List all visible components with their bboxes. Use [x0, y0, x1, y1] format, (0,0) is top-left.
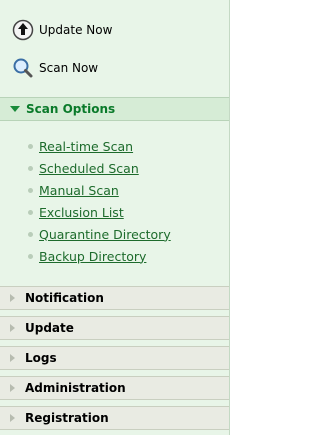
logs-header[interactable]: Logs	[0, 346, 229, 370]
link-label[interactable]: Quarantine Directory	[39, 227, 171, 242]
link-scheduled-scan[interactable]: Scheduled Scan	[28, 157, 171, 179]
bullet-icon	[28, 165, 33, 171]
administration-header[interactable]: Administration	[0, 376, 229, 400]
link-label[interactable]: Backup Directory	[39, 249, 146, 264]
section-title: Logs	[25, 351, 57, 365]
link-label[interactable]: Scheduled Scan	[39, 161, 139, 176]
bullet-icon	[28, 143, 33, 149]
link-backup-directory[interactable]: Backup Directory	[28, 245, 171, 267]
update-arrow-icon	[12, 19, 34, 41]
link-label[interactable]: Manual Scan	[39, 183, 119, 198]
link-real-time-scan[interactable]: Real-time Scan	[28, 135, 171, 157]
scan-now-action[interactable]: Scan Now	[12, 57, 98, 79]
bullet-icon	[28, 253, 33, 259]
registration-header[interactable]: Registration	[0, 406, 229, 430]
registration-section: Registration	[0, 406, 229, 430]
bullet-icon	[28, 209, 33, 215]
bullet-icon	[28, 187, 33, 193]
update-header[interactable]: Update	[0, 316, 229, 340]
section-title: Administration	[25, 381, 126, 395]
link-label[interactable]: Real-time Scan	[39, 139, 133, 154]
update-section: Update	[0, 316, 229, 340]
notification-section: Notification	[0, 286, 229, 310]
section-title: Notification	[25, 291, 104, 305]
administration-section: Administration	[0, 376, 229, 400]
scan-options-section: Scan Options	[0, 97, 229, 121]
link-quarantine-directory[interactable]: Quarantine Directory	[28, 223, 171, 245]
section-title: Update	[25, 321, 74, 335]
collapsed-triangle-icon	[10, 294, 15, 302]
notification-header[interactable]: Notification	[0, 286, 229, 310]
update-now-action[interactable]: Update Now	[12, 19, 112, 41]
link-manual-scan[interactable]: Manual Scan	[28, 179, 171, 201]
logs-section: Logs	[0, 346, 229, 370]
scan-options-title: Scan Options	[26, 102, 116, 116]
link-label[interactable]: Exclusion List	[39, 205, 124, 220]
bullet-icon	[28, 231, 33, 237]
collapsed-triangle-icon	[10, 324, 15, 332]
section-title: Registration	[25, 411, 109, 425]
expanded-triangle-icon	[10, 106, 20, 112]
magnifier-icon	[13, 58, 33, 78]
update-now-label[interactable]: Update Now	[39, 23, 112, 37]
scan-options-header[interactable]: Scan Options	[0, 97, 229, 121]
link-exclusion-list[interactable]: Exclusion List	[28, 201, 171, 223]
scan-now-label[interactable]: Scan Now	[39, 61, 98, 75]
scan-options-list: Real-time Scan Scheduled Scan Manual Sca…	[28, 135, 171, 267]
collapsed-triangle-icon	[10, 354, 15, 362]
sidebar-panel: Update Now Scan Now Scan Options Real-ti…	[0, 0, 230, 435]
collapsed-triangle-icon	[10, 414, 15, 422]
collapsed-triangle-icon	[10, 384, 15, 392]
